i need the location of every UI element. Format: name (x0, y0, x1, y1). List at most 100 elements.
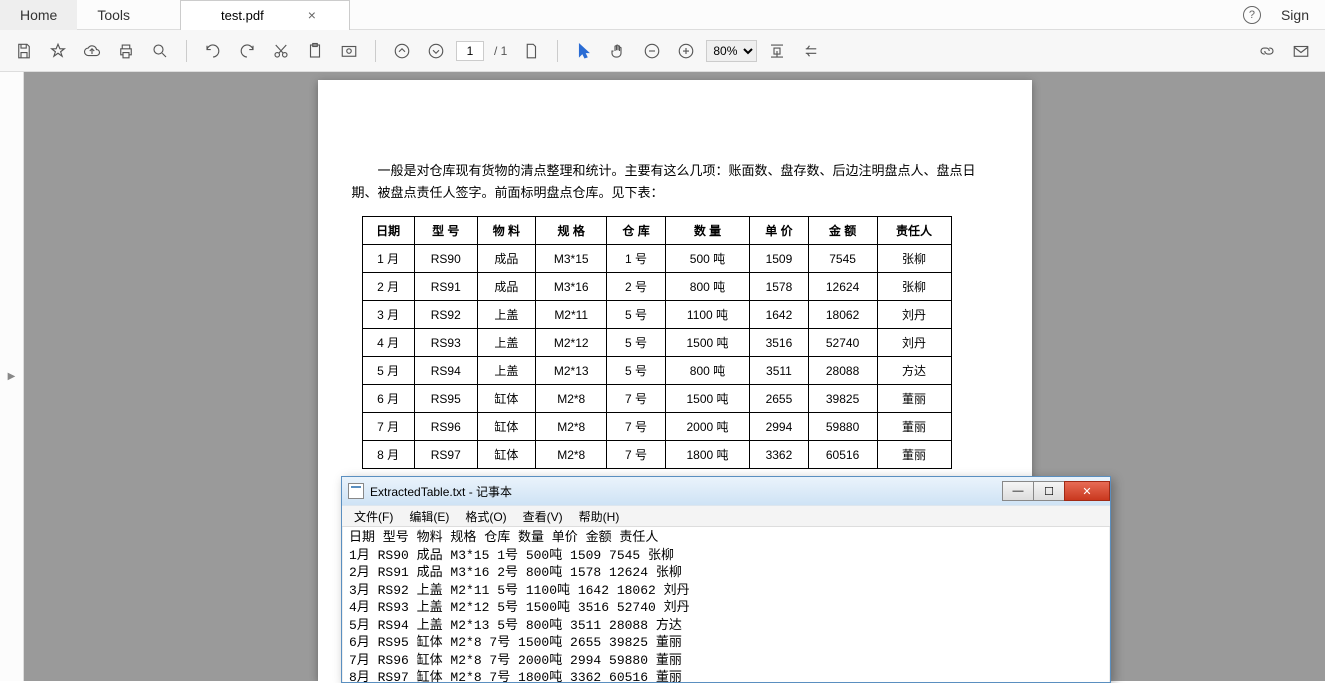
separator (375, 40, 376, 62)
notepad-menubar: 文件(F) 编辑(E) 格式(O) 查看(V) 帮助(H) (342, 505, 1110, 527)
table-cell: 上盖 (477, 329, 535, 357)
paragraph: 一般是对仓库现有货物的清点整理和统计。主要有这么几项：账面数、盘存数、后边注明盘… (352, 160, 998, 204)
cut-icon[interactable] (267, 37, 295, 65)
table-cell: 7 号 (607, 413, 665, 441)
zoom-select[interactable]: 80% (706, 40, 757, 62)
table-cell: RS96 (414, 413, 477, 441)
table-cell: 5 号 (607, 301, 665, 329)
help-icon[interactable]: ? (1243, 6, 1261, 24)
table-row: 5 月RS94上盖M2*135 号800 吨351128088方达 (362, 357, 951, 385)
scroll-icon[interactable] (797, 37, 825, 65)
table-cell: 5 号 (607, 329, 665, 357)
table-row: 2 月RS91成品M3*162 号800 吨157812624张柳 (362, 273, 951, 301)
table-cell: 2 月 (362, 273, 414, 301)
table-cell: 董丽 (877, 413, 951, 441)
table-cell: 800 吨 (665, 357, 750, 385)
cloud-upload-icon[interactable] (78, 37, 106, 65)
camera-icon[interactable] (335, 37, 363, 65)
table-cell: 3362 (750, 441, 808, 469)
table-cell: 1 月 (362, 245, 414, 273)
zoom-in-icon[interactable] (672, 37, 700, 65)
fit-width-icon[interactable] (763, 37, 791, 65)
nav-home[interactable]: Home (0, 0, 77, 30)
redo-icon[interactable] (233, 37, 261, 65)
menu-format[interactable]: 格式(O) (457, 508, 514, 525)
table-cell: RS90 (414, 245, 477, 273)
table-cell: 1 号 (607, 245, 665, 273)
table-cell: M2*11 (536, 301, 607, 329)
table-cell: 4 月 (362, 329, 414, 357)
notepad-titlebar[interactable]: ExtractedTable.txt - 记事本 — ☐ ✕ (342, 477, 1110, 505)
tab-bar: Home Tools test.pdf × ? Sign (0, 0, 1325, 30)
menu-help[interactable]: 帮助(H) (571, 508, 628, 525)
table-header: 数 量 (665, 217, 750, 245)
table-cell: 方达 (877, 357, 951, 385)
tab-close-button[interactable]: × (304, 7, 320, 23)
table-cell: 董丽 (877, 441, 951, 469)
table-cell: 缸体 (477, 385, 535, 413)
table-cell: M2*12 (536, 329, 607, 357)
table-cell: 5 月 (362, 357, 414, 385)
notepad-window[interactable]: ExtractedTable.txt - 记事本 — ☐ ✕ 文件(F) 编辑(… (341, 476, 1111, 683)
table-cell: 缸体 (477, 413, 535, 441)
nav-tools[interactable]: Tools (77, 0, 150, 30)
table-cell: 张柳 (877, 245, 951, 273)
notepad-textarea[interactable]: 日期 型号 物料 规格 仓库 数量 单价 金额 责任人 1月 RS90 成品 M… (342, 527, 1110, 682)
table-cell: 7 号 (607, 385, 665, 413)
table-row: 4 月RS93上盖M2*125 号1500 吨351652740刘丹 (362, 329, 951, 357)
data-table: 日期型 号物 料规 格仓 库数 量单 价金 额责任人 1 月RS90成品M3*1… (362, 216, 952, 469)
table-cell: 39825 (808, 385, 877, 413)
menu-file[interactable]: 文件(F) (346, 508, 401, 525)
table-cell: 张柳 (877, 273, 951, 301)
tab-title: test.pdf (221, 8, 264, 23)
table-header: 仓 库 (607, 217, 665, 245)
table-cell: RS92 (414, 301, 477, 329)
table-cell: 1642 (750, 301, 808, 329)
table-cell: 成品 (477, 245, 535, 273)
sidebar-expand[interactable]: ▶ (0, 72, 24, 681)
table-cell: 1100 吨 (665, 301, 750, 329)
menu-view[interactable]: 查看(V) (515, 508, 571, 525)
star-icon[interactable] (44, 37, 72, 65)
table-cell: 60516 (808, 441, 877, 469)
link-icon[interactable] (1253, 37, 1281, 65)
sign-button[interactable]: Sign (1281, 7, 1309, 23)
page-up-icon[interactable] (388, 37, 416, 65)
document-tab[interactable]: test.pdf × (180, 0, 350, 30)
table-header: 单 价 (750, 217, 808, 245)
table-cell: 800 吨 (665, 273, 750, 301)
page-down-icon[interactable] (422, 37, 450, 65)
table-row: 1 月RS90成品M3*151 号500 吨15097545张柳 (362, 245, 951, 273)
table-header: 物 料 (477, 217, 535, 245)
page-icon[interactable] (517, 37, 545, 65)
table-cell: 刘丹 (877, 329, 951, 357)
save-icon[interactable] (10, 37, 38, 65)
table-cell: 28088 (808, 357, 877, 385)
page-number-input[interactable] (456, 41, 484, 61)
close-button[interactable]: ✕ (1064, 481, 1110, 501)
table-row: 7 月RS96缸体M2*87 号2000 吨299459880董丽 (362, 413, 951, 441)
page-total: / 1 (490, 44, 511, 58)
zoom-out-icon[interactable] (638, 37, 666, 65)
cursor-icon[interactable] (570, 37, 598, 65)
table-cell: 3511 (750, 357, 808, 385)
table-cell: M2*8 (536, 385, 607, 413)
table-cell: 1509 (750, 245, 808, 273)
print-icon[interactable] (112, 37, 140, 65)
table-cell: 6 月 (362, 385, 414, 413)
table-cell: 52740 (808, 329, 877, 357)
table-cell: 7 号 (607, 441, 665, 469)
table-cell: 1500 吨 (665, 329, 750, 357)
table-cell: 缸体 (477, 441, 535, 469)
search-icon[interactable] (146, 37, 174, 65)
clipboard-icon[interactable] (301, 37, 329, 65)
mail-icon[interactable] (1287, 37, 1315, 65)
menu-edit[interactable]: 编辑(E) (401, 508, 457, 525)
undo-icon[interactable] (199, 37, 227, 65)
table-cell: M2*13 (536, 357, 607, 385)
maximize-button[interactable]: ☐ (1033, 481, 1065, 501)
table-cell: 2994 (750, 413, 808, 441)
hand-icon[interactable] (604, 37, 632, 65)
minimize-button[interactable]: — (1002, 481, 1034, 501)
table-cell: 1800 吨 (665, 441, 750, 469)
